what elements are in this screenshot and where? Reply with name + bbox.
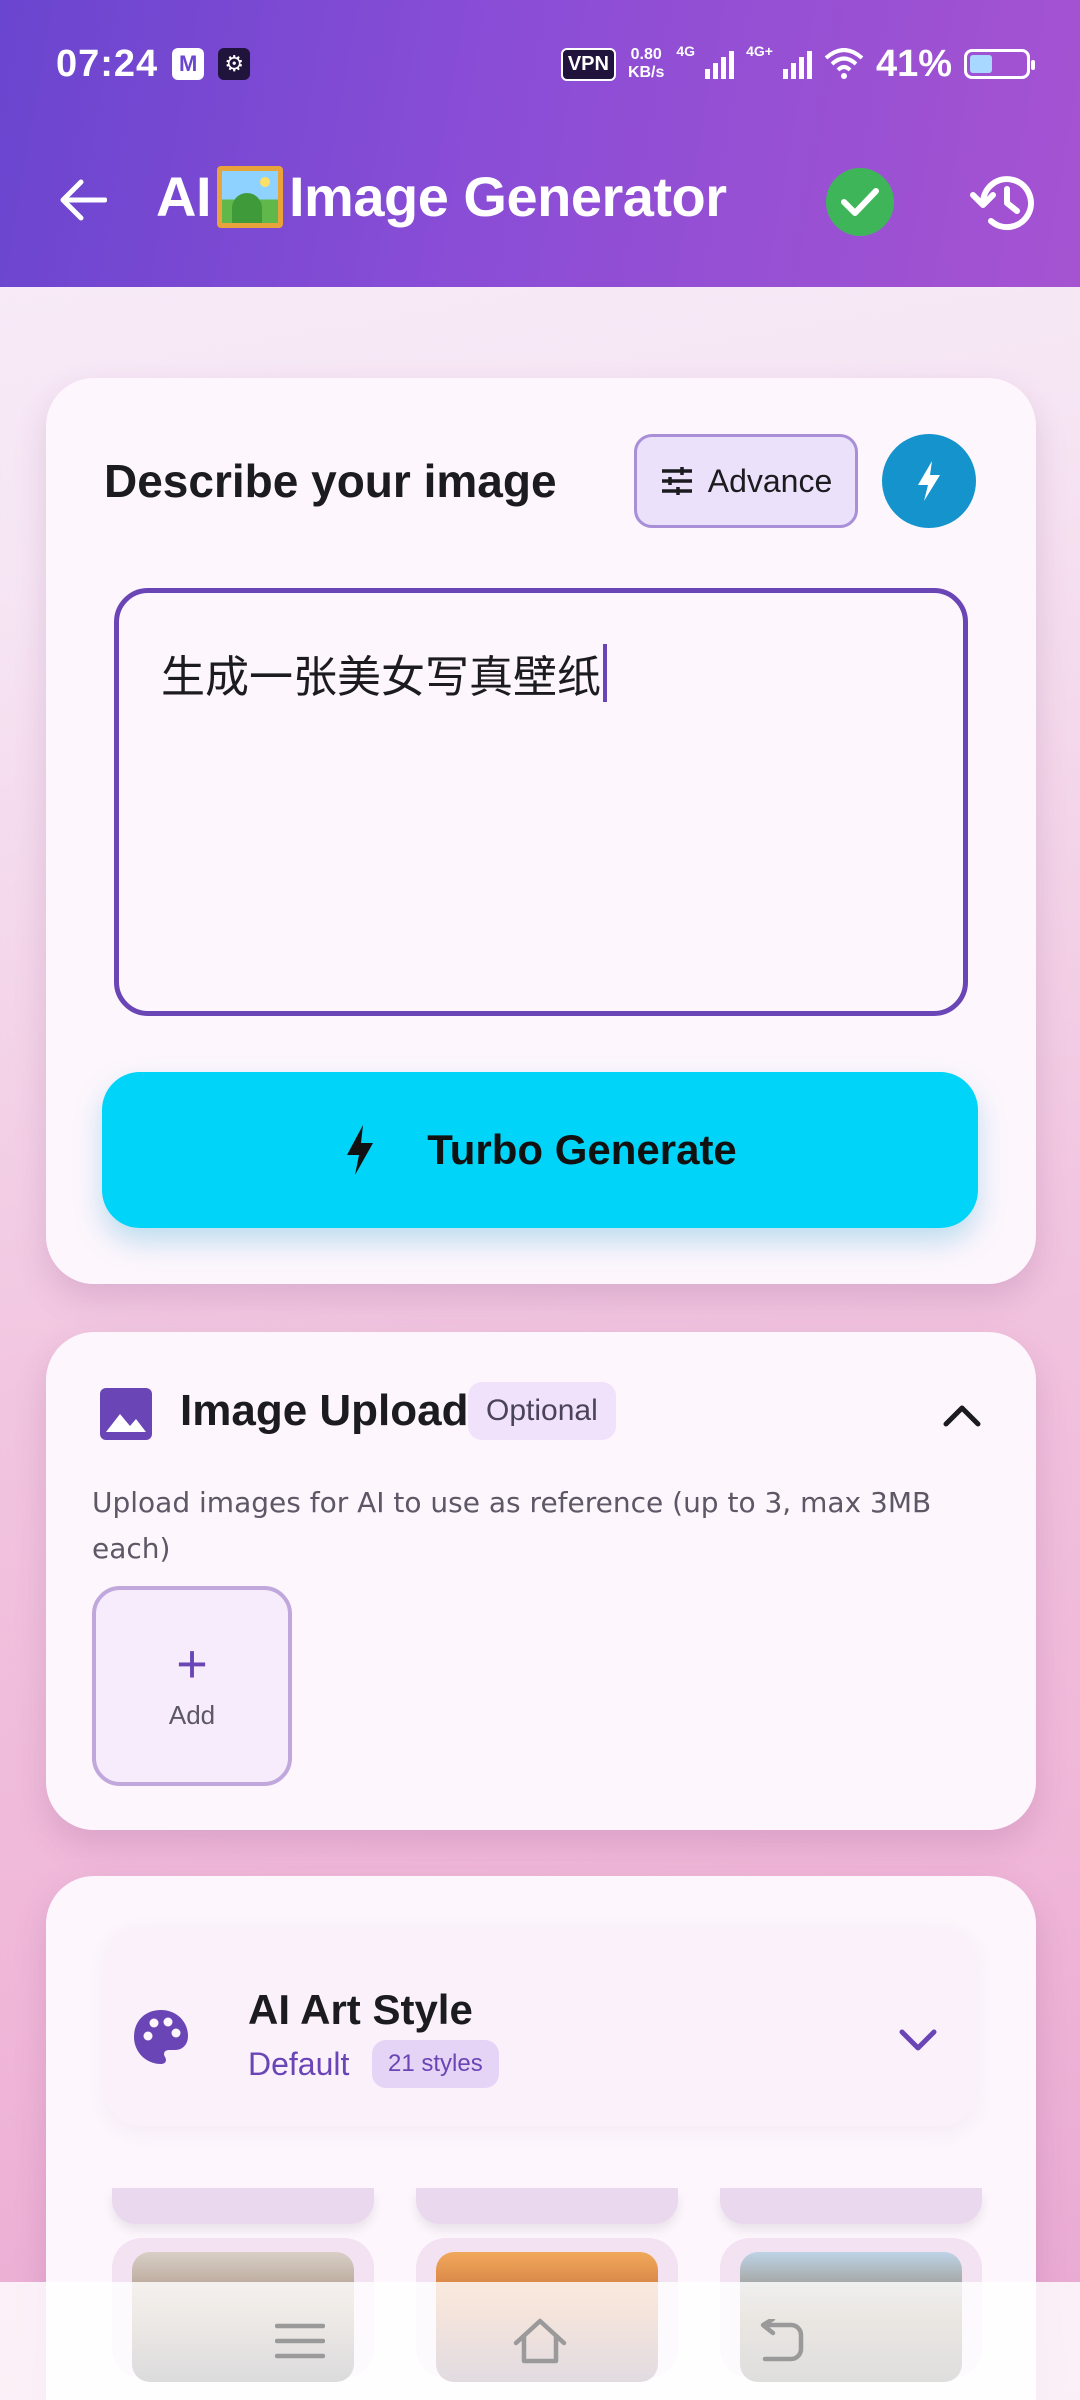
game-icon: ⚙ bbox=[218, 48, 251, 80]
prompt-input[interactable]: 生成一张美女写真壁纸 bbox=[114, 588, 968, 1016]
turbo-generate-label: Turbo Generate bbox=[427, 1126, 737, 1173]
title-suffix: Image Generator bbox=[289, 165, 727, 228]
tune-icon bbox=[661, 467, 692, 495]
status-bar: 07:24 M ⚙ VPN 0.80 KB/s 4G 4G+ 41% bbox=[56, 38, 1035, 90]
art-style-selected: Default bbox=[248, 2046, 350, 2082]
bolt-icon bbox=[347, 1125, 374, 1175]
wifi-icon bbox=[824, 48, 864, 79]
art-style-count-badge: 21 styles bbox=[372, 2040, 499, 2088]
prompt-card: Describe your image Advance 生成一张美女写真壁纸 T… bbox=[46, 378, 1036, 1284]
plus-icon: + bbox=[176, 1633, 208, 1694]
status-time: 07:24 bbox=[56, 42, 159, 85]
image-icon bbox=[100, 1388, 152, 1440]
framed-picture-icon bbox=[217, 165, 283, 228]
top-bar: 07:24 M ⚙ VPN 0.80 KB/s 4G 4G+ 41% AI Im… bbox=[0, 0, 1080, 287]
add-image-button[interactable]: + Add bbox=[92, 1586, 292, 1786]
advance-button[interactable]: Advance bbox=[634, 434, 858, 528]
style-row-previous bbox=[112, 2188, 982, 2228]
add-label: Add bbox=[168, 1699, 216, 1730]
check-circle-icon[interactable] bbox=[826, 168, 894, 236]
prompt-value: 生成一张美女写真壁纸 bbox=[161, 652, 601, 703]
network-speed: 0.80 KB/s bbox=[627, 46, 665, 81]
art-style-title: AI Art Style bbox=[248, 1986, 473, 2033]
battery-icon bbox=[964, 49, 1035, 79]
signal-icon bbox=[705, 49, 735, 79]
history-icon[interactable] bbox=[966, 166, 1038, 238]
advance-label: Advance bbox=[707, 462, 833, 499]
arrow-left-icon[interactable] bbox=[52, 170, 112, 230]
chevron-up-icon[interactable] bbox=[932, 1386, 992, 1446]
network-type-2: 4G+ bbox=[746, 42, 773, 59]
system-nav-bar bbox=[0, 2282, 1080, 2400]
turbo-generate-button[interactable]: Turbo Generate bbox=[102, 1072, 978, 1228]
text-caret bbox=[603, 644, 607, 702]
optional-badge: Optional bbox=[468, 1382, 616, 1440]
upload-title: Image Upload bbox=[180, 1386, 469, 1435]
prompt-text: 生成一张美女写真壁纸 bbox=[161, 641, 607, 705]
back-icon[interactable] bbox=[740, 2301, 820, 2381]
bolt-icon bbox=[918, 461, 940, 501]
vpn-badge: VPN bbox=[560, 47, 616, 81]
gmail-icon: M bbox=[172, 48, 205, 80]
home-icon[interactable] bbox=[500, 2301, 580, 2381]
page-title: AI Image Generator bbox=[156, 164, 727, 229]
prompt-heading: Describe your image bbox=[104, 455, 557, 507]
turbo-toggle-button[interactable] bbox=[882, 434, 976, 528]
upload-description: Upload images for AI to use as reference… bbox=[92, 1486, 932, 1565]
title-prefix: AI bbox=[156, 165, 212, 228]
network-type-1: 4G bbox=[676, 42, 696, 59]
battery-percent: 41% bbox=[875, 42, 952, 85]
art-style-selector[interactable] bbox=[106, 1926, 976, 2126]
app-bar: AI Image Generator bbox=[0, 150, 1080, 250]
chevron-down-icon[interactable] bbox=[888, 2010, 948, 2070]
menu-icon[interactable] bbox=[260, 2301, 340, 2381]
image-upload-card: Image Upload Optional Upload images for … bbox=[46, 1332, 1036, 1830]
signal-icon-2 bbox=[782, 49, 812, 79]
palette-icon bbox=[134, 2010, 188, 2064]
